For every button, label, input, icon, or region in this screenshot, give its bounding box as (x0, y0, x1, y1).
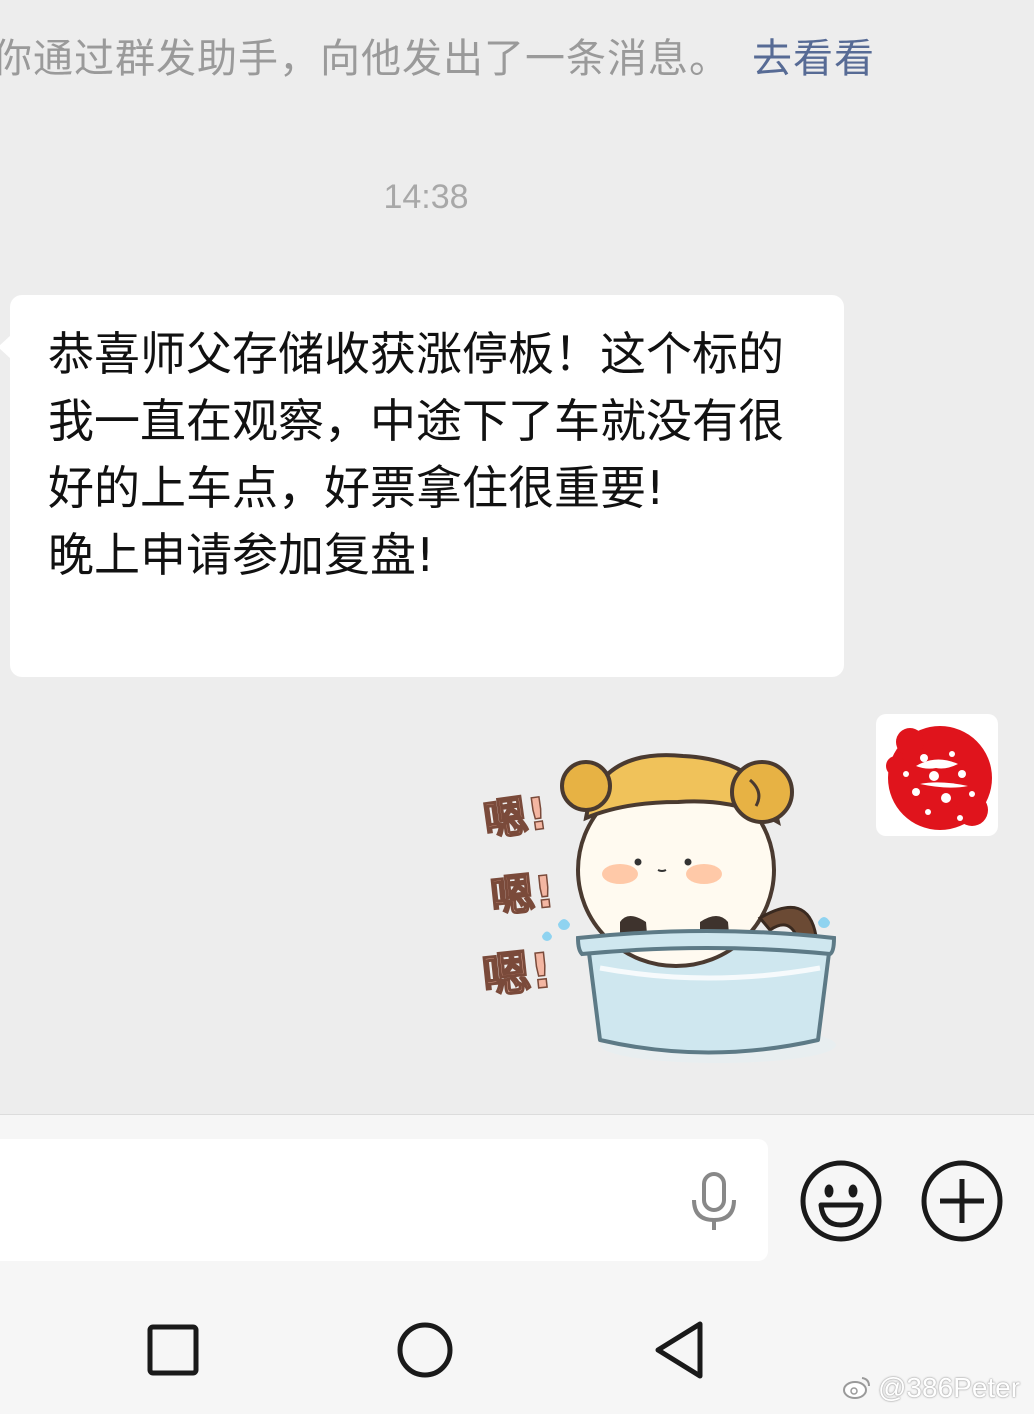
system-notice-text: 你通过群发助手，向他发出了一条消息。 (0, 36, 730, 82)
back-triangle-icon[interactable] (652, 1320, 706, 1380)
chat-area: 你通过群发助手，向他发出了一条消息。 去看看 14:38 恭喜师父存储收获涨停板！… (0, 0, 1034, 1114)
system-notice: 你通过群发助手，向他发出了一条消息。 去看看 (0, 26, 875, 84)
view-link[interactable]: 去看看 (752, 36, 875, 82)
message-input[interactable] (0, 1139, 768, 1261)
sticker-word-2: 嗯! (488, 866, 557, 923)
watermark-text: @386Peter (878, 1372, 1021, 1403)
recent-apps-square-icon[interactable] (147, 1324, 199, 1376)
sticker-word-1: 嗯! (480, 788, 551, 847)
message-text: 恭喜师父存储收获涨停板！这个标的我一直在观察，中途下了车就没有很好的上车点，好票… (48, 327, 784, 582)
avatar[interactable] (876, 714, 998, 836)
papercut-ox-avatar-icon (886, 726, 992, 830)
home-circle-icon[interactable] (397, 1322, 453, 1378)
plus-icon[interactable] (920, 1159, 1004, 1243)
weibo-icon (843, 1377, 870, 1399)
watermark: @386Peter (842, 1372, 1020, 1404)
message-timestamp: 14:38 (383, 178, 469, 216)
sticker-image[interactable]: 嗯! 嗯! 嗯! (478, 740, 840, 1070)
emoji-icon[interactable] (799, 1159, 883, 1243)
incoming-message-bubble[interactable]: 恭喜师父存储收获涨停板！这个标的我一直在观察，中途下了车就没有很好的上车点，好票… (0, 295, 844, 677)
sticker-word-3: 嗯! (480, 943, 555, 1006)
microphone-icon[interactable] (688, 1172, 740, 1232)
